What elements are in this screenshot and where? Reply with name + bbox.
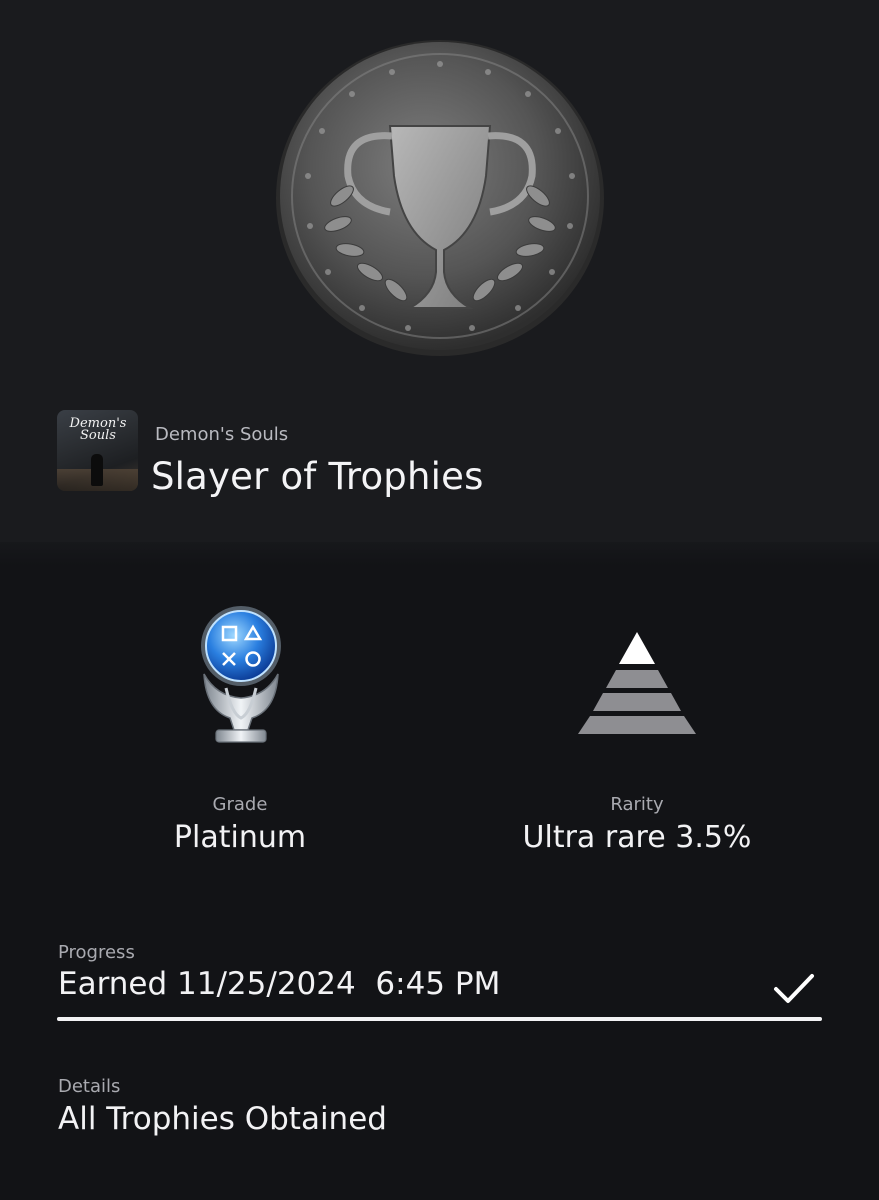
platinum-trophy-icon <box>201 606 281 743</box>
progress-label: Progress <box>58 942 135 963</box>
progress-bar <box>57 1017 822 1021</box>
grade-label: Grade <box>212 794 268 815</box>
progress-value: Earned 11/25/2024 6:45 PM <box>58 966 501 1002</box>
checkmark-icon <box>774 974 814 1003</box>
silver-coin-trophy-icon <box>276 40 604 356</box>
progress-bar-fill <box>57 1017 822 1021</box>
rarity-value: Ultra rare 3.5% <box>522 820 752 855</box>
game-name: Demon's Souls <box>155 424 289 445</box>
thumbnail-knight <box>91 454 103 486</box>
details-label: Details <box>58 1076 121 1097</box>
game-logo-text: Demon's Souls <box>69 416 127 443</box>
game-thumbnail[interactable]: Demon's Souls <box>57 410 138 491</box>
panel-divider <box>0 542 879 566</box>
grade-value: Platinum <box>173 820 307 855</box>
rarity-label: Rarity <box>610 794 664 815</box>
trophy-title: Slayer of Trophies <box>151 455 484 498</box>
rarity-pyramid-icon <box>578 632 696 734</box>
details-value: All Trophies Obtained <box>58 1101 387 1137</box>
